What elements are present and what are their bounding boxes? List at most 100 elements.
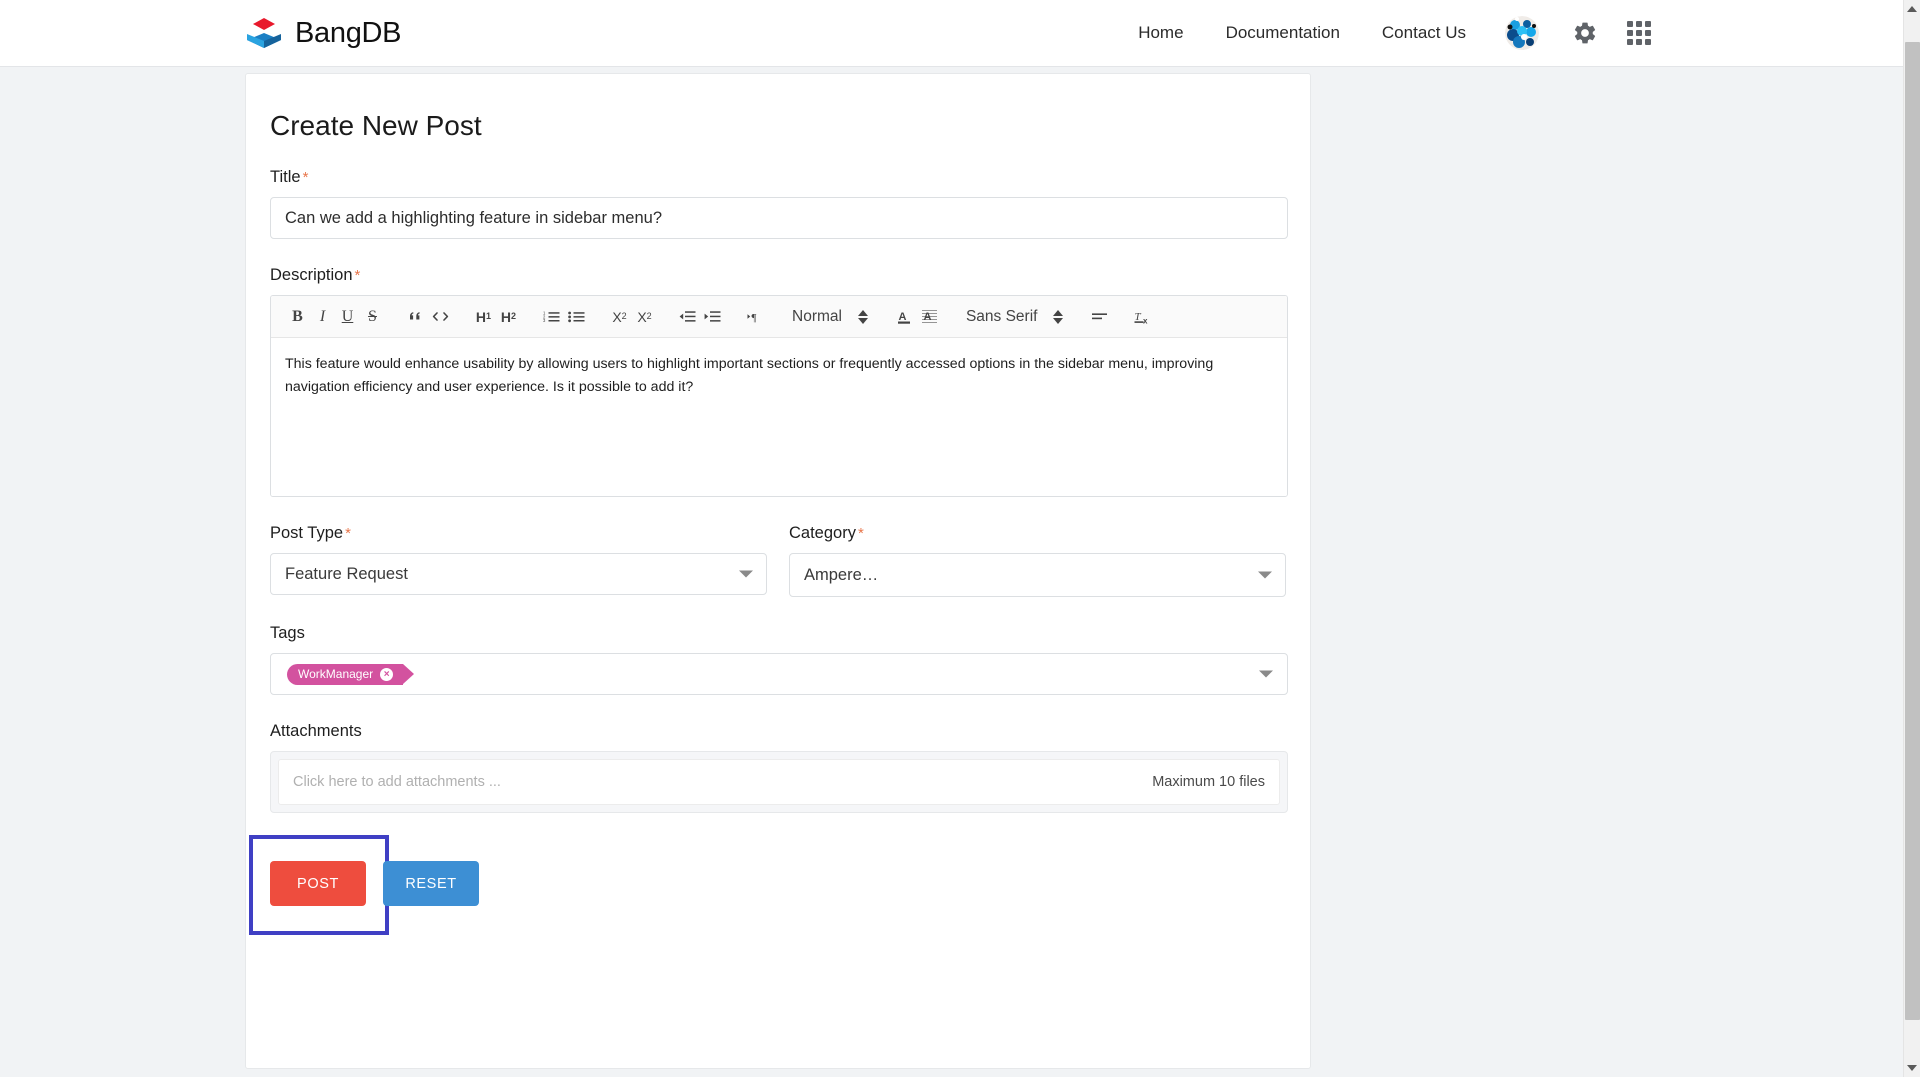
description-editor-body[interactable]: This feature would enhance usability by … bbox=[271, 338, 1287, 496]
blockquote-icon[interactable] bbox=[403, 304, 428, 330]
avatar[interactable] bbox=[1505, 16, 1539, 50]
chevron-updown-icon bbox=[1053, 309, 1064, 324]
apps-dot bbox=[1645, 30, 1651, 36]
attachments-placeholder: Click here to add attachments ... bbox=[293, 774, 501, 790]
apps-dot bbox=[1636, 21, 1642, 27]
indent-icon[interactable] bbox=[700, 304, 725, 330]
underline-icon[interactable]: U bbox=[335, 304, 360, 330]
apps-dot bbox=[1636, 39, 1642, 45]
post-type-label-text: Post Type bbox=[270, 524, 344, 542]
apps-dot bbox=[1645, 39, 1651, 45]
attachments-field-group: Attachments Click here to add attachment… bbox=[270, 722, 1288, 813]
title-field-group: Title * bbox=[270, 168, 1288, 239]
sup-num: 2 bbox=[646, 311, 652, 321]
category-select[interactable]: Ampere… bbox=[789, 553, 1286, 597]
svg-text:x: x bbox=[1143, 316, 1148, 325]
create-post-form: Title* Description* B I U S bbox=[249, 142, 1288, 935]
tags-label: Tags bbox=[270, 624, 305, 642]
strikethrough-icon[interactable]: S bbox=[360, 304, 385, 330]
category-field-group: Category * Ampere… bbox=[789, 524, 1286, 597]
font-color-icon[interactable]: A bbox=[892, 304, 917, 330]
category-value: Ampere… bbox=[804, 565, 879, 584]
svg-text:T: T bbox=[1135, 311, 1142, 323]
code-block-icon[interactable] bbox=[428, 304, 453, 330]
chevron-down-icon bbox=[739, 570, 753, 578]
page-scrollbar[interactable] bbox=[1903, 0, 1920, 1077]
editor-toolbar: B I U S H1 H2 123 X 2 X 2 ¶ Normal A San… bbox=[271, 296, 1287, 338]
h1-sub: 1 bbox=[486, 311, 492, 321]
post-type-select[interactable]: Feature Request bbox=[270, 553, 767, 595]
align-icon[interactable] bbox=[1087, 304, 1112, 330]
required-marker: * bbox=[857, 525, 864, 542]
apps-dot bbox=[1645, 21, 1651, 27]
attachments-max-note: Maximum 10 files bbox=[1152, 774, 1265, 790]
nav-home[interactable]: Home bbox=[1117, 23, 1204, 43]
chevron-down-icon bbox=[1258, 571, 1272, 579]
tags-input[interactable]: WorkManager × bbox=[270, 653, 1288, 695]
bangdb-cube-logo-icon bbox=[243, 13, 285, 53]
chevron-down-icon[interactable] bbox=[1259, 670, 1273, 678]
tag-chip-label: WorkManager bbox=[298, 667, 374, 681]
reset-button[interactable]: RESET bbox=[383, 861, 479, 906]
tags-field-group: Tags WorkManager × bbox=[270, 624, 1288, 695]
post-type-value: Feature Request bbox=[285, 564, 408, 583]
attachments-dropzone[interactable]: Click here to add attachments ... Maximu… bbox=[270, 751, 1288, 813]
category-label: Category * bbox=[789, 524, 1286, 543]
action-buttons: POST RESET bbox=[270, 861, 479, 906]
title-input[interactable] bbox=[270, 197, 1288, 239]
title-label-text: Title bbox=[270, 168, 301, 186]
sup-letter: X bbox=[637, 308, 647, 325]
scrollbar-thumb[interactable] bbox=[1905, 42, 1920, 1020]
attachments-inner[interactable]: Click here to add attachments ... Maximu… bbox=[278, 759, 1280, 805]
heading2-icon[interactable]: H2 bbox=[496, 304, 521, 330]
brand[interactable]: BangDB bbox=[243, 13, 402, 53]
required-marker: * bbox=[302, 169, 309, 186]
superscript-icon[interactable]: X2 bbox=[632, 304, 657, 330]
font-picker-value: Sans Serif bbox=[965, 307, 1038, 325]
type-category-row: Post Type * Feature Request Category * Amp… bbox=[270, 524, 1286, 597]
nav-contact-us[interactable]: Contact Us bbox=[1361, 23, 1487, 43]
tag-chip[interactable]: WorkManager × bbox=[287, 663, 415, 685]
outdent-icon[interactable] bbox=[675, 304, 700, 330]
highlight-color-icon[interactable]: A bbox=[917, 304, 942, 330]
gear-icon[interactable] bbox=[1572, 20, 1598, 46]
svg-text:A: A bbox=[898, 311, 906, 323]
heading1-icon[interactable]: H1 bbox=[471, 304, 496, 330]
scroll-down-arrow-icon[interactable] bbox=[1907, 1065, 1917, 1071]
ordered-list-icon[interactable]: 123 bbox=[539, 304, 564, 330]
format-picker[interactable]: Normal bbox=[786, 304, 874, 330]
description-label: Description * bbox=[270, 266, 1286, 285]
required-marker: * bbox=[345, 525, 351, 542]
bullet-list-icon[interactable] bbox=[564, 304, 589, 330]
post-type-label: Post Type * bbox=[270, 524, 767, 543]
format-picker-value: Normal bbox=[792, 307, 842, 325]
apps-dot bbox=[1636, 30, 1642, 36]
form-actions: POST RESET bbox=[249, 835, 1286, 935]
description-label-text: Description bbox=[270, 266, 353, 284]
nav-documentation[interactable]: Documentation bbox=[1205, 23, 1361, 43]
create-post-card: Create New Post Title* Description* B I … bbox=[245, 73, 1311, 1069]
top-header: BangDB Home Documentation Contact Us bbox=[0, 0, 1903, 67]
italic-icon[interactable]: I bbox=[310, 304, 335, 330]
chevron-updown-icon bbox=[857, 309, 868, 324]
clear-formatting-icon[interactable]: Tx bbox=[1130, 304, 1155, 330]
font-picker[interactable]: Sans Serif bbox=[960, 304, 1070, 330]
apps-grid-icon[interactable] bbox=[1627, 21, 1651, 45]
post-type-field-group: Post Type * Feature Request bbox=[270, 524, 767, 597]
sub-num: 2 bbox=[621, 311, 627, 321]
title-label: Title * bbox=[270, 168, 1286, 187]
text-direction-icon[interactable]: ¶ bbox=[743, 304, 768, 330]
h1-letter: H bbox=[475, 308, 487, 325]
main-nav: Home Documentation Contact Us bbox=[1117, 16, 1903, 50]
h2-sub: 2 bbox=[511, 311, 517, 321]
post-button[interactable]: POST bbox=[270, 861, 366, 906]
svg-text:¶: ¶ bbox=[752, 312, 757, 323]
category-label-text: Category bbox=[789, 524, 856, 542]
page-title: Create New Post bbox=[270, 110, 482, 141]
sub-letter: X bbox=[612, 308, 622, 325]
apps-dot bbox=[1627, 30, 1633, 36]
bold-icon[interactable]: B bbox=[285, 304, 310, 330]
scroll-up-arrow-icon[interactable] bbox=[1907, 6, 1917, 12]
tag-remove-icon[interactable]: × bbox=[380, 667, 394, 681]
subscript-icon[interactable]: X2 bbox=[607, 304, 632, 330]
